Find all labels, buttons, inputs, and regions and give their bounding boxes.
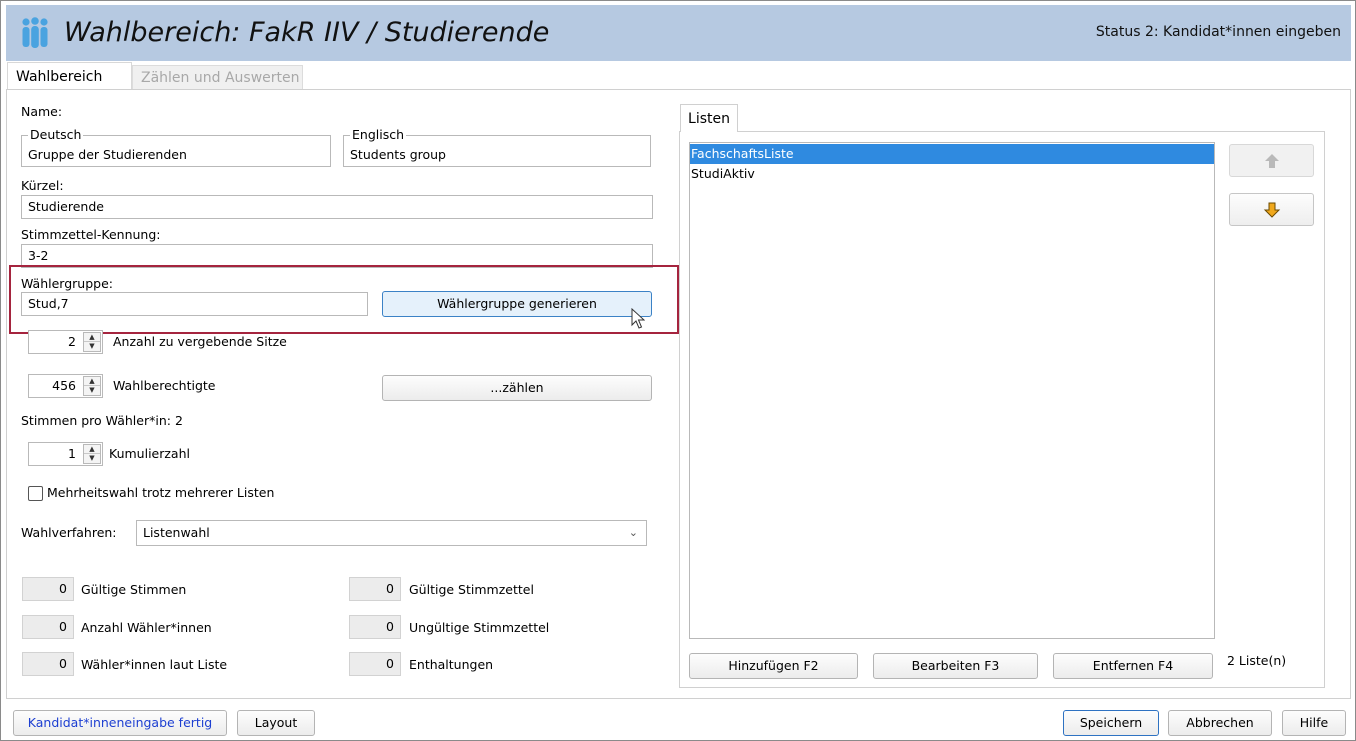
arrow-down-icon: [1230, 194, 1313, 225]
abbrechen-button[interactable]: Abbrechen: [1168, 710, 1272, 736]
enthaltungen-label: Enthaltungen: [409, 657, 494, 672]
hinzufuegen-button[interactable]: Hinzufügen F2: [689, 653, 858, 679]
tab-zaehlen-und-auswerten[interactable]: Zählen und Auswerten: [132, 65, 303, 89]
listen-listbox[interactable]: FachschaftsListe StudiAktiv: [689, 142, 1215, 639]
waehler-laut-liste-value: 0: [22, 652, 74, 676]
waehler-laut-liste-label: Wähler*innen laut Liste: [81, 657, 228, 672]
sitze-label: Anzahl zu vergebende Sitze: [113, 334, 287, 349]
waehlergruppe-generieren-button[interactable]: Wählergruppe generieren: [382, 291, 652, 317]
tab-wahlbereich[interactable]: Wahlbereich: [7, 62, 132, 90]
entfernen-button[interactable]: Entfernen F4: [1053, 653, 1213, 679]
mehrheitswahl-label: Mehrheitswahl trotz mehrerer Listen: [47, 485, 275, 500]
listen-count: 2 Liste(n): [1227, 653, 1287, 668]
anzahl-waehler-label: Anzahl Wähler*innen: [81, 620, 212, 635]
sitze-value: 2: [68, 334, 76, 349]
kumulierzahl-value: 1: [68, 446, 76, 461]
move-down-button[interactable]: [1229, 193, 1314, 226]
sitze-stepper-buttons[interactable]: ▲ ▼: [83, 332, 101, 352]
deutsch-name-input[interactable]: Gruppe der Studierenden: [22, 144, 330, 166]
gueltige-stimmen-label: Gültige Stimmen: [81, 582, 187, 597]
zaehlen-button[interactable]: ...zählen: [382, 375, 652, 401]
spin-down-icon[interactable]: ▼: [84, 342, 100, 351]
hilfe-button[interactable]: Hilfe: [1282, 710, 1346, 736]
arrow-up-icon: [1230, 145, 1313, 176]
anzahl-waehler-value: 0: [22, 615, 74, 639]
enthaltungen-value: 0: [349, 652, 401, 676]
waehlergruppe-input[interactable]: Stud,7: [21, 292, 368, 316]
bearbeiten-button[interactable]: Bearbeiten F3: [873, 653, 1038, 679]
tab-listen[interactable]: Listen: [680, 104, 738, 132]
list-item[interactable]: StudiAktiv: [690, 164, 1214, 184]
spin-up-icon[interactable]: ▲: [84, 445, 100, 454]
gueltige-stimmen-value: 0: [22, 577, 74, 601]
kumulierzahl-label: Kumulierzahl: [109, 446, 190, 461]
stimmzettel-kennung-label: Stimmzettel-Kennung:: [21, 227, 161, 242]
spin-down-icon[interactable]: ▼: [84, 454, 100, 463]
speichern-button[interactable]: Speichern: [1063, 710, 1159, 736]
englisch-name-input[interactable]: Students group: [344, 144, 650, 166]
move-up-button[interactable]: [1229, 144, 1314, 177]
waehlergruppe-label: Wählergruppe:: [21, 276, 113, 291]
wahlverfahren-value: Listenwahl: [143, 525, 210, 540]
application-window: Wahlbereich: FakR IIV / Studierende Stat…: [0, 0, 1356, 741]
spin-up-icon[interactable]: ▲: [84, 377, 100, 386]
spin-up-icon[interactable]: ▲: [84, 333, 100, 342]
stimmen-pro-waehler-text: Stimmen pro Wähler*in: 2: [21, 413, 183, 428]
kuerzel-label: Kürzel:: [21, 178, 64, 193]
wahlverfahren-label: Wahlverfahren:: [21, 525, 117, 540]
kumulierzahl-stepper-buttons[interactable]: ▲ ▼: [83, 444, 101, 464]
kandidat-eingabe-fertig-button[interactable]: Kandidat*inneneingabe fertig: [13, 710, 227, 736]
wahlberechtigte-label: Wahlberechtigte: [113, 378, 216, 393]
name-label: Name:: [21, 104, 63, 119]
mehrheitswahl-checkbox[interactable]: [28, 486, 43, 501]
wahlverfahren-select[interactable]: Listenwahl ⌄: [136, 520, 647, 546]
window-title: Wahlbereich: FakR IIV / Studierende: [64, 17, 550, 48]
kuerzel-input[interactable]: Studierende: [21, 195, 653, 219]
wahlberechtigte-stepper[interactable]: 456 ▲ ▼: [28, 374, 103, 398]
spin-down-icon[interactable]: ▼: [84, 386, 100, 395]
kumulierzahl-stepper[interactable]: 1 ▲ ▼: [28, 442, 103, 466]
chevron-down-icon: ⌄: [628, 526, 638, 539]
title-bar: Wahlbereich: FakR IIV / Studierende Stat…: [6, 5, 1351, 61]
status-text: Status 2: Kandidat*innen eingeben: [1095, 24, 1341, 40]
ungueltige-stimmzettel-value: 0: [349, 615, 401, 639]
people-group-icon: [22, 17, 48, 48]
gueltige-stimmzettel-label: Gültige Stimmzettel: [409, 582, 534, 597]
gueltige-stimmzettel-value: 0: [349, 577, 401, 601]
layout-button[interactable]: Layout: [237, 710, 315, 736]
englisch-legend: Englisch: [350, 127, 407, 143]
sitze-stepper[interactable]: 2 ▲ ▼: [28, 330, 103, 354]
list-item[interactable]: FachschaftsListe: [690, 144, 1214, 164]
wahlberechtigte-value: 456: [52, 378, 76, 393]
ungueltige-stimmzettel-label: Ungültige Stimmzettel: [409, 620, 550, 635]
deutsch-legend: Deutsch: [28, 127, 84, 143]
mouse-cursor-icon: [631, 308, 645, 329]
wahlberechtigte-stepper-buttons[interactable]: ▲ ▼: [83, 376, 101, 396]
